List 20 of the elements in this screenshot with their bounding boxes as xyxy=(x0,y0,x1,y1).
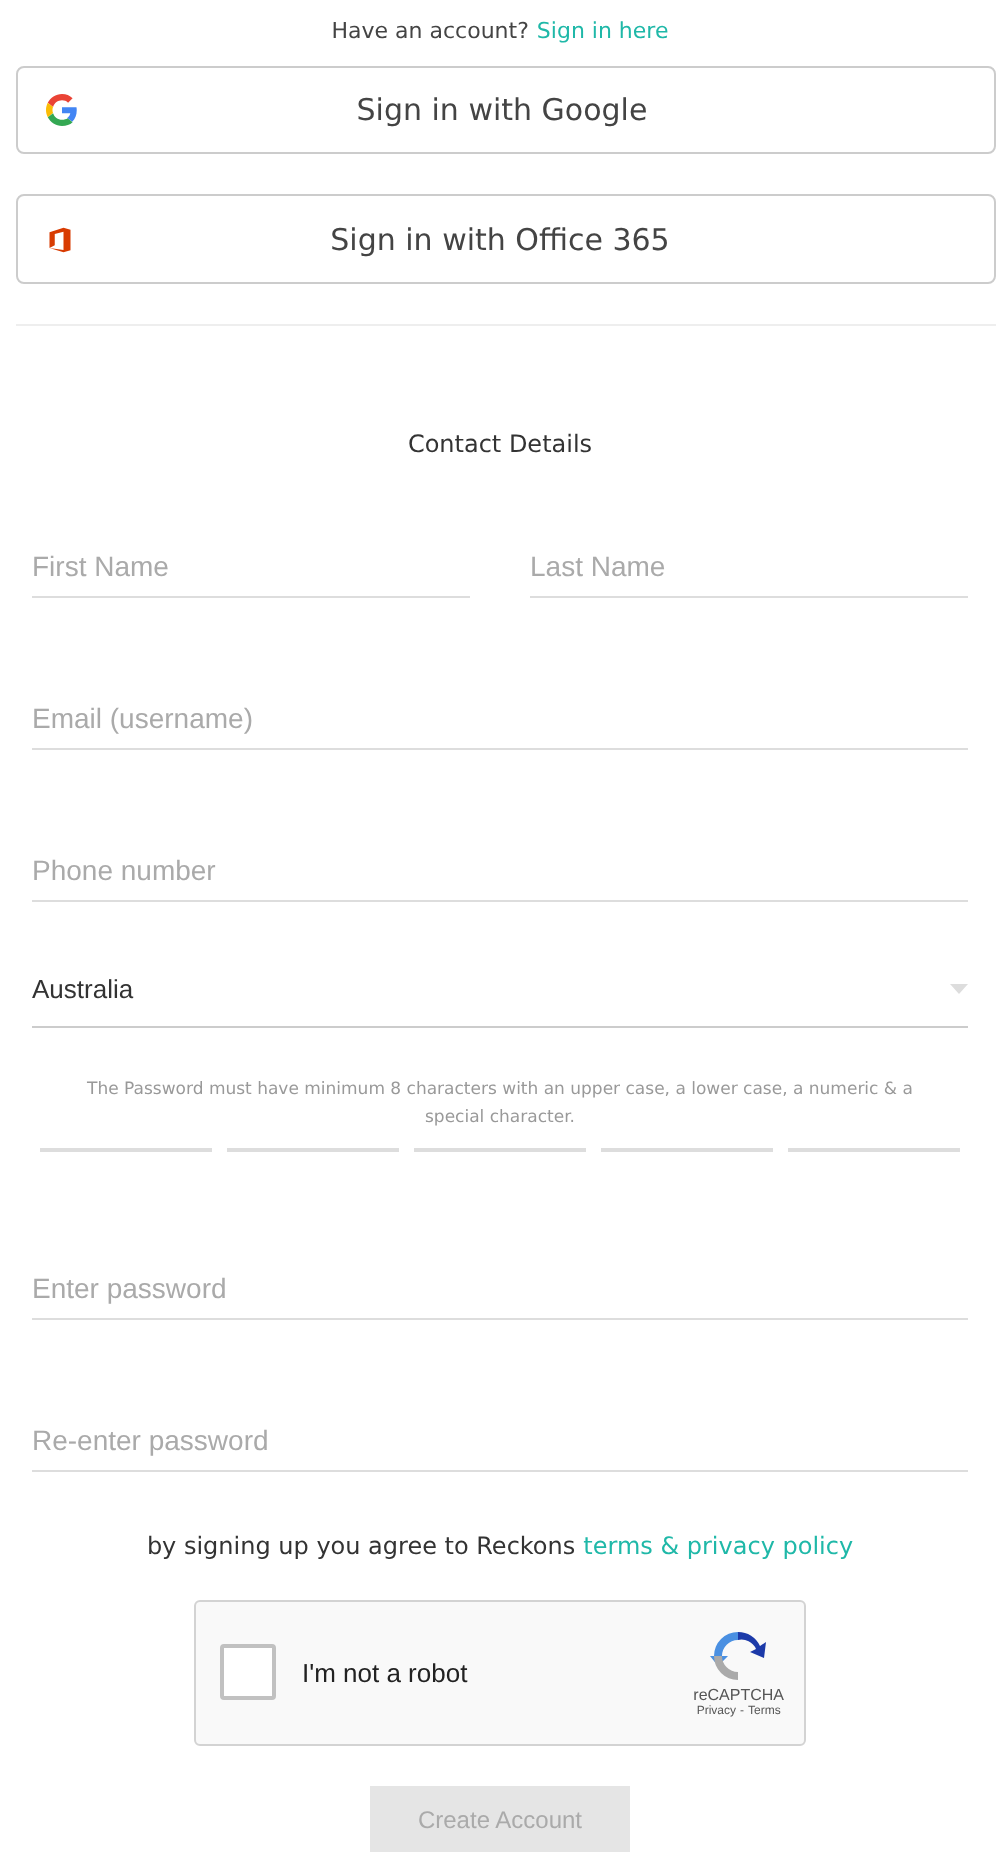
google-g-icon xyxy=(46,94,78,127)
input-field[interactable]: Phone number xyxy=(32,841,968,902)
terms-text: by signing up you agree to Reckons xyxy=(146,1531,576,1560)
office-icon xyxy=(46,223,74,256)
sso-button[interactable]: Sign in with Office 365 xyxy=(16,194,996,284)
password-hint: The Password must have minimum 8 characters with an upper case, a lower case, a numeric & a special character. xyxy=(85,1077,915,1132)
country-select[interactable]: Australia xyxy=(32,961,968,1028)
input-field[interactable]: First Name xyxy=(32,537,470,598)
recaptcha-icon xyxy=(710,1627,767,1684)
input-field[interactable]: Last Name xyxy=(530,537,968,598)
input-field[interactable]: Email (username) xyxy=(32,689,968,750)
recaptcha-brand: reCAPTCHA xyxy=(693,1685,784,1704)
sso-button[interactable]: Sign in with Google xyxy=(16,66,996,155)
password-field[interactable]: Enter password xyxy=(32,1259,968,1320)
header-text: Have an account? xyxy=(331,18,529,44)
password-field[interactable]: Re-enter password xyxy=(32,1411,968,1472)
captcha-checkbox[interactable] xyxy=(220,1644,276,1701)
captcha-label: I'm not a robot xyxy=(302,1657,470,1688)
section-title: Contact Details xyxy=(407,429,593,458)
caret-icon xyxy=(950,983,968,994)
